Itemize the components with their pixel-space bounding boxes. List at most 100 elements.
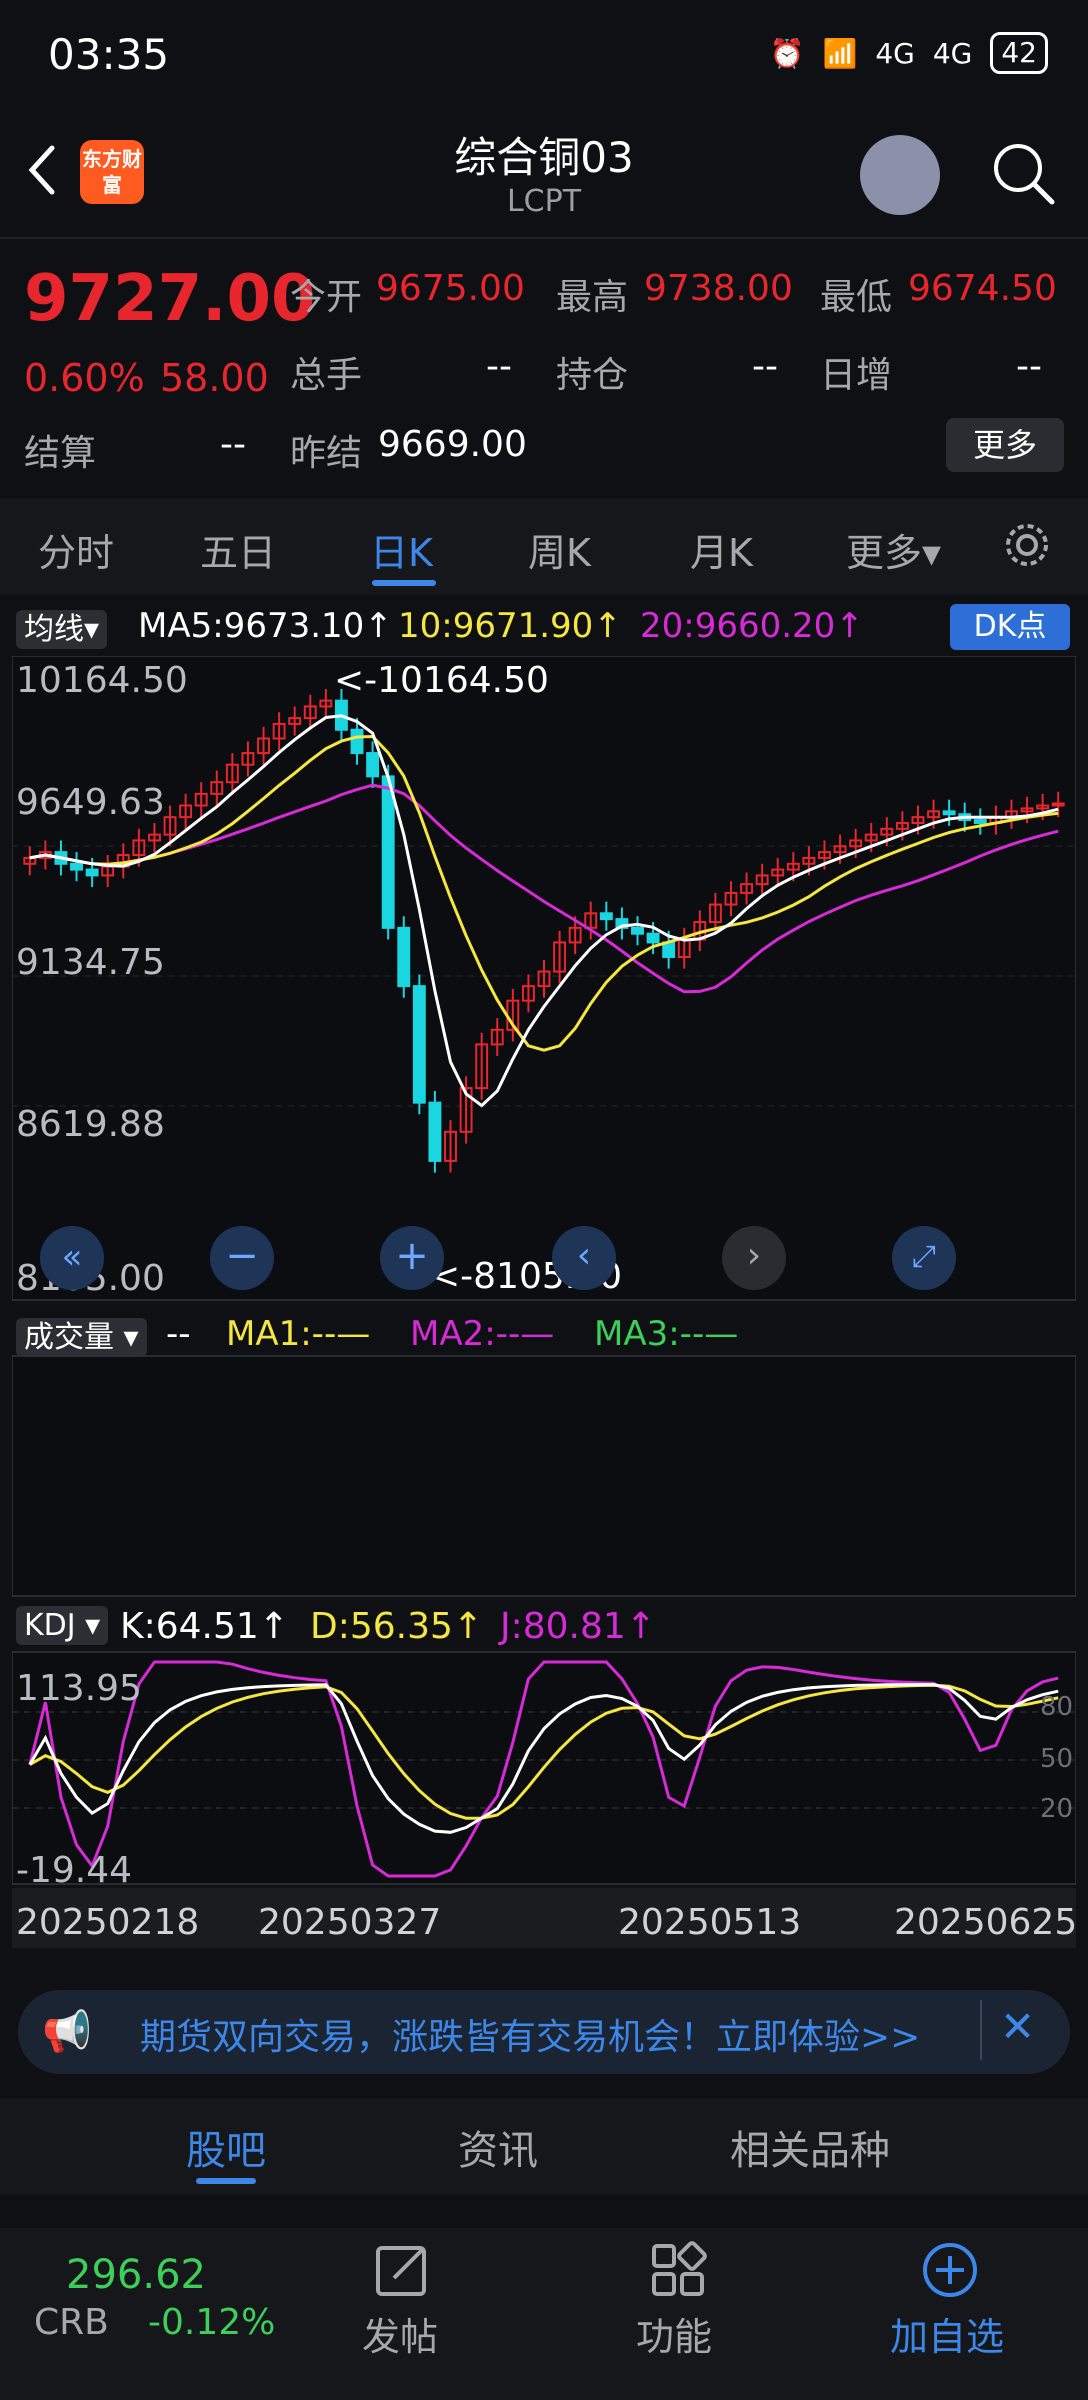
candle <box>381 775 395 929</box>
volume-panel <box>12 1355 1076 1597</box>
candle <box>85 868 99 877</box>
zoom-in-icon[interactable]: + <box>380 1226 444 1290</box>
prev-settle-label: 昨结 <box>290 433 363 474</box>
wifi-icon: 📶 <box>822 36 858 70</box>
add-watchlist-label[interactable]: 加自选 <box>890 2306 1004 2361</box>
vol-ma3: MA3:--— <box>594 1314 739 1354</box>
settle-value: -- <box>220 424 246 465</box>
crb-label[interactable]: CRB <box>34 2302 109 2343</box>
add-watchlist-icon[interactable] <box>920 2240 980 2300</box>
gear-icon[interactable] <box>1002 520 1052 570</box>
date-2: 20250327 <box>258 1902 442 1943</box>
candle <box>412 985 426 1104</box>
open-label: 今开 <box>290 277 363 318</box>
scroll-right-icon[interactable]: › <box>722 1226 786 1290</box>
more-button[interactable]: 更多 <box>946 418 1064 472</box>
status-time: 03:35 <box>48 30 170 79</box>
price-axis-4: 8619.88 <box>16 1104 165 1145</box>
volume-dash: -- <box>166 1314 191 1354</box>
tab-related[interactable]: 相关品种 <box>730 2118 890 2176</box>
high-value: 9738.00 <box>644 268 793 309</box>
tab-daily-k[interactable]: 日K <box>370 522 433 577</box>
tab-fenshi[interactable]: 分时 <box>38 522 114 577</box>
settle-label: 结算 <box>24 433 97 474</box>
tab-more[interactable]: 更多▾ <box>846 522 941 577</box>
change-abs: 58.00 <box>160 356 269 400</box>
functions-icon[interactable] <box>648 2240 708 2300</box>
ma10-value: 10:9671.90↑ <box>398 606 622 646</box>
search-icon[interactable] <box>990 140 1056 206</box>
promo-text[interactable]: 期货双向交易，涨跌皆有交易机会！立即体验>> <box>140 2008 920 2060</box>
dk-point-button[interactable]: DK点 <box>950 604 1070 650</box>
high-marker: <-10164.50 <box>334 660 549 701</box>
volume-selector[interactable]: 成交量 ▾ <box>16 1312 147 1357</box>
volume-label: 总手 <box>290 355 363 396</box>
date-4: 20250625 <box>894 1902 1078 1943</box>
post-label[interactable]: 发帖 <box>362 2306 438 2361</box>
battery-icon: 42 <box>990 32 1048 74</box>
prev-settle-value: 9669.00 <box>378 424 527 465</box>
ma20-value: 20:9660.20↑ <box>640 606 864 646</box>
price-axis-2: 9649.63 <box>16 782 165 823</box>
date-3: 20250513 <box>618 1902 802 1943</box>
vol-ma1: MA1:--— <box>226 1314 371 1354</box>
price-axis-3: 9134.75 <box>16 942 165 983</box>
header-divider <box>0 237 1088 239</box>
ma-selector[interactable]: 均线▾ <box>16 604 108 649</box>
signal-2-icon: 4G <box>932 36 973 70</box>
tab-five-day[interactable]: 五日 <box>200 522 276 577</box>
kdj-selector[interactable]: KDJ ▾ <box>16 1606 109 1645</box>
candle <box>599 912 613 921</box>
high-label: 最高 <box>556 277 629 318</box>
date-1: 20250218 <box>16 1902 200 1943</box>
open-value: 9675.00 <box>376 268 525 309</box>
kdj-lvl-50: 50 <box>1040 1744 1074 1774</box>
candle <box>397 926 411 988</box>
kdj-axis-bottom: -19.44 <box>16 1850 133 1891</box>
low-label: 最低 <box>820 277 893 318</box>
candle <box>646 932 660 944</box>
tab-guba[interactable]: 股吧 <box>186 2118 266 2176</box>
tab-monthly-k[interactable]: 月K <box>690 522 753 577</box>
assistant-robot-icon[interactable] <box>860 135 940 215</box>
vol-ma2: MA2:--— <box>410 1314 555 1354</box>
volume-value: -- <box>486 346 512 387</box>
oi-value: -- <box>752 346 778 387</box>
candle <box>350 728 364 755</box>
crb-change[interactable]: -0.12% <box>148 2302 275 2343</box>
status-icons: ⏰ 📶 4G 4G 42 <box>770 32 1048 74</box>
inc-label: 日增 <box>820 355 893 396</box>
alarm-icon: ⏰ <box>769 36 805 70</box>
crb-value[interactable]: 296.62 <box>66 2252 206 2298</box>
functions-label[interactable]: 功能 <box>636 2306 712 2361</box>
banner-divider <box>980 2000 982 2060</box>
low-value: 9674.50 <box>908 268 1057 309</box>
scroll-left-icon[interactable]: ‹ <box>552 1226 616 1290</box>
signal-1-icon: 4G <box>875 36 915 70</box>
post-icon[interactable] <box>372 2240 432 2300</box>
tab-weekly-k[interactable]: 周K <box>528 522 591 577</box>
kdj-d-value: D:56.35↑ <box>310 1606 484 1647</box>
kdj-axis-top: 113.95 <box>16 1668 142 1709</box>
candle <box>366 752 380 778</box>
candle <box>942 810 956 816</box>
kdj-j-value: J:80.81↑ <box>500 1606 656 1647</box>
change-pct: 0.60% <box>24 356 145 400</box>
kdj-lvl-80: 80 <box>1040 1692 1074 1722</box>
inc-value: -- <box>1016 346 1042 387</box>
subtab-indicator <box>196 2178 256 2184</box>
fullscreen-icon[interactable]: ⤢ <box>892 1226 956 1290</box>
tab-news[interactable]: 资讯 <box>458 2118 538 2176</box>
zoom-out-icon[interactable]: − <box>210 1226 274 1290</box>
kdj-lvl-20: 20 <box>1040 1794 1074 1824</box>
megaphone-icon: 📢 <box>42 2009 92 2055</box>
candle <box>973 819 987 824</box>
oi-label: 持仓 <box>556 355 629 396</box>
candle <box>631 926 644 935</box>
tab-indicator <box>372 580 436 586</box>
price-axis-1: 10164.50 <box>16 660 188 701</box>
close-icon[interactable]: ✕ <box>1000 2002 1035 2051</box>
last-price: 9727.00 <box>24 262 316 336</box>
scroll-left-fast-icon[interactable]: « <box>40 1226 104 1290</box>
kdj-k-value: K:64.51↑ <box>120 1606 289 1647</box>
